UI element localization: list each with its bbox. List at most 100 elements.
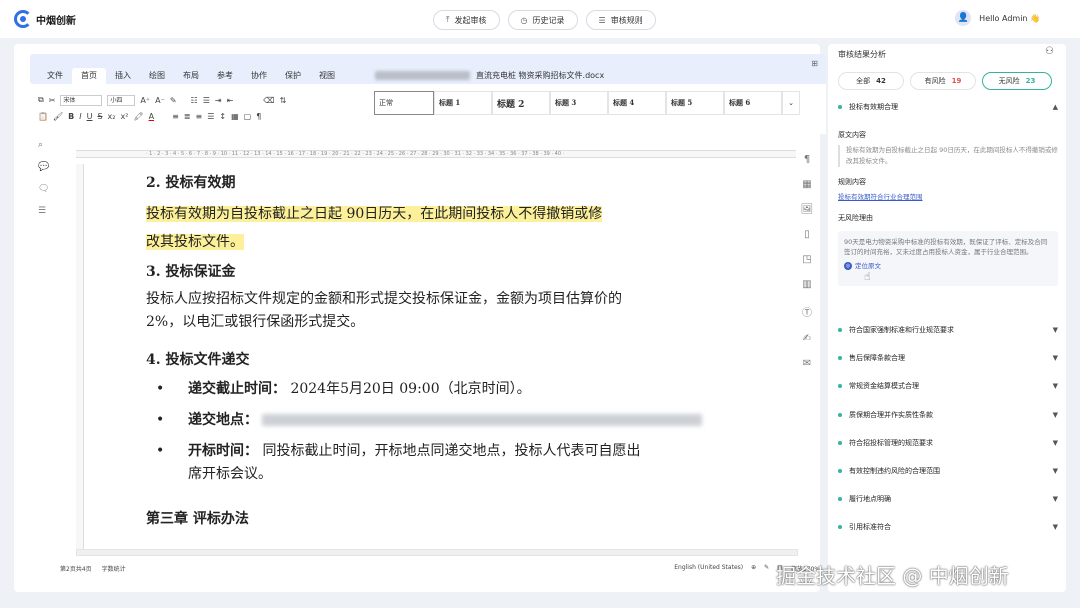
signature-icon[interactable]: ✍	[803, 333, 811, 344]
text-art-icon[interactable]: Ⓣ	[802, 304, 812, 319]
rule-item[interactable]: 引用标准符合 ▼	[838, 513, 1058, 541]
underline-icon[interactable]: U	[87, 112, 93, 121]
sort-icon[interactable]: ⇅	[280, 96, 287, 105]
tab-insert[interactable]: 插入	[106, 68, 140, 84]
style-normal[interactable]: 正常	[374, 91, 434, 115]
tab-collaborate[interactable]: 协作	[242, 68, 276, 84]
expand-icon[interactable]: ▼	[1053, 326, 1058, 334]
rule-item-bid-validity[interactable]: 投标有效期合理 ▲	[838, 100, 1058, 114]
review-rules-button[interactable]: ☰ 审核规则	[585, 10, 656, 30]
style-gallery-expand-icon[interactable]: ⌄	[782, 91, 800, 115]
style-heading-6[interactable]: 标题 6	[724, 91, 782, 115]
page-icon[interactable]: ▯	[804, 229, 810, 240]
comments-list-icon[interactable]: 🗨	[38, 184, 49, 194]
mail-icon[interactable]: ✉	[803, 358, 811, 369]
paragraph-mark-icon[interactable]: ¶	[256, 112, 261, 121]
tab-file[interactable]: 文件	[38, 68, 72, 84]
style-heading-1[interactable]: 标题 1	[434, 91, 492, 115]
tab-references[interactable]: 参考	[208, 68, 242, 84]
comment-icon[interactable]: 💬	[38, 162, 49, 172]
horizontal-scrollbar[interactable]	[76, 549, 798, 556]
filter-all[interactable]: 全部 42	[838, 72, 904, 90]
outdent-icon[interactable]: ⇤	[227, 96, 234, 105]
paragraph-icon[interactable]: ¶	[804, 154, 810, 165]
style-heading-5[interactable]: 标题 5	[666, 91, 724, 115]
expand-icon[interactable]: ▼	[1053, 495, 1058, 503]
rule-item[interactable]: 常规资金结算模式合理 ▼	[838, 372, 1058, 400]
tab-protect[interactable]: 保护	[276, 68, 310, 84]
globe-icon[interactable]: ⊕	[751, 564, 756, 573]
indent-icon[interactable]: ⇥	[215, 96, 222, 105]
format-painter-icon[interactable]: 🖌	[53, 112, 63, 121]
tab-home[interactable]: 首页	[72, 68, 106, 84]
history-button[interactable]: ◷ 历史记录	[507, 10, 578, 30]
table-icon[interactable]: ▦	[802, 179, 811, 190]
shading-icon[interactable]: ▦	[231, 112, 239, 121]
shapes-icon[interactable]: ◳	[802, 254, 811, 265]
style-heading-3[interactable]: 标题 3	[550, 91, 608, 115]
expand-icon[interactable]: ▼	[1053, 467, 1058, 475]
locate-original-button[interactable]: ◎ 定位原文	[844, 261, 1052, 271]
expand-icon[interactable]: ▼	[1053, 439, 1058, 447]
reason-box: 90天是电力物资采购中标准的投标有效期，既保证了评标、定标及合同签订的时间充裕，…	[838, 231, 1058, 286]
eraser-icon[interactable]: ⌫	[263, 96, 274, 105]
rule-item[interactable]: 履行地点明确 ▼	[838, 485, 1058, 513]
tab-layout[interactable]: 布局	[174, 68, 208, 84]
pin-icon[interactable]: ⊞	[811, 59, 818, 68]
vertical-ruler[interactable]	[76, 164, 84, 549]
align-right-icon[interactable]: ≡	[195, 112, 202, 121]
subscript-icon[interactable]: x₂	[108, 112, 116, 121]
italic-icon[interactable]: I	[79, 112, 81, 121]
paste-icon[interactable]: 📋	[38, 112, 48, 121]
font-size-select[interactable]: 小四	[107, 94, 136, 106]
collapse-icon[interactable]: ▲	[1053, 103, 1058, 111]
tab-view[interactable]: 视图	[310, 68, 344, 84]
rule-content-link[interactable]: 投标有效期符合行业合理范围	[838, 191, 1058, 201]
font-name-select[interactable]: 宋体	[60, 94, 103, 106]
expand-icon[interactable]: ▼	[1053, 354, 1058, 362]
bullet-list-icon[interactable]: ☷	[191, 96, 198, 105]
filter-risk[interactable]: 有风险 19	[910, 72, 976, 90]
superscript-icon[interactable]: x²	[120, 112, 128, 121]
style-heading-4[interactable]: 标题 4	[608, 91, 666, 115]
chart-icon[interactable]: ▥	[802, 279, 811, 290]
grow-font-icon[interactable]: A⁺	[140, 96, 150, 105]
document-page[interactable]: 2. 投标有效期 投标有效期为自投标截止之日起 90日历天，在此期间投标人不得撤…	[86, 162, 798, 549]
start-review-button[interactable]: ⤒ 发起审核	[433, 10, 500, 30]
rule-item[interactable]: 有效控制违约风险的合理范围 ▼	[838, 457, 1058, 485]
track-changes-icon[interactable]: ✎	[764, 564, 769, 573]
expand-icon[interactable]: ▼	[1053, 411, 1058, 419]
horizontal-ruler[interactable]: · 1 · 2 · 3 · 4 · 5 · 6 · 7 · 8 · 9 · 10…	[76, 150, 796, 158]
rule-item[interactable]: 质保期合理并作实质性条款 ▼	[838, 401, 1058, 429]
rule-item[interactable]: 售后保障条款合理 ▼	[838, 344, 1058, 372]
language-select[interactable]: English (United States)	[674, 564, 743, 573]
copy-icon[interactable]: ⧉	[38, 95, 44, 105]
expand-icon[interactable]: ▼	[1053, 523, 1058, 531]
borders-icon[interactable]: ▢	[244, 112, 252, 121]
font-color-icon[interactable]: A	[149, 112, 154, 121]
style-heading-2[interactable]: 标题 2	[492, 91, 550, 115]
cut-icon[interactable]: ✂	[49, 96, 56, 105]
number-list-icon[interactable]: ☰	[203, 96, 210, 105]
search-icon[interactable]: ⌕	[38, 140, 49, 150]
word-count[interactable]: 字数统计	[102, 564, 126, 573]
image-icon[interactable]: 🖼	[801, 204, 814, 215]
bold-icon[interactable]: B	[68, 112, 74, 121]
filter-no-risk[interactable]: 无风险 23	[982, 72, 1052, 90]
strikethrough-icon[interactable]: S	[97, 112, 102, 121]
rule-item[interactable]: 符合招投标管理的规范要求 ▼	[838, 429, 1058, 457]
align-left-icon[interactable]: ≡	[172, 112, 179, 121]
rule-item[interactable]: 符合国家强制标准和行业规范要求 ▼	[838, 316, 1058, 344]
line-spacing-icon[interactable]: ↕	[219, 112, 226, 121]
user-menu[interactable]: 👤 Hello Admin 👋	[955, 10, 1040, 26]
highlight-icon[interactable]: 🖍	[133, 112, 143, 121]
clear-format-icon[interactable]: ✎	[170, 96, 177, 105]
justify-icon[interactable]: ☰	[207, 112, 214, 121]
align-center-icon[interactable]: ≣	[184, 112, 191, 121]
user-search-icon[interactable]: ⚇	[1045, 46, 1054, 57]
outline-icon[interactable]: ☰	[38, 206, 49, 216]
shrink-font-icon[interactable]: A⁻	[155, 96, 165, 105]
expand-icon[interactable]: ▼	[1053, 382, 1058, 390]
tab-draw[interactable]: 绘图	[140, 68, 174, 84]
logo[interactable]: 中烟创新	[14, 10, 76, 28]
